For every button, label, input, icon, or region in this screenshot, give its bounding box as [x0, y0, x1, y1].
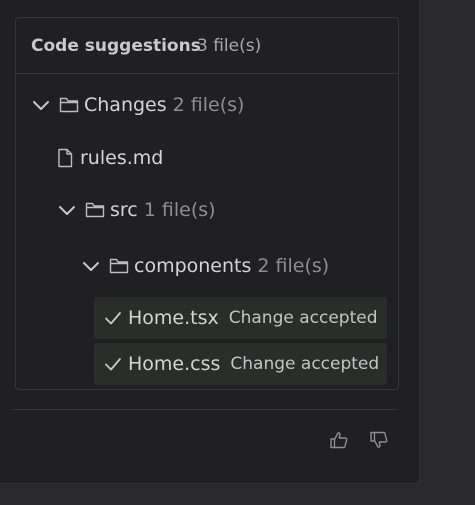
card-file-count: 3 file(s) [197, 36, 262, 56]
file-name: Home.css [128, 353, 221, 375]
file-icon [54, 147, 76, 169]
thumbs-down-icon [369, 430, 389, 454]
folder-name: components [134, 255, 252, 277]
tree-folder-changes[interactable]: Changes 2 file(s) [30, 90, 244, 120]
divider [13, 409, 397, 410]
file-name: rules.md [80, 147, 164, 169]
check-icon [102, 307, 124, 329]
folder-name: src [110, 199, 138, 221]
chevron-down-icon[interactable] [30, 94, 52, 116]
chevron-down-icon[interactable] [80, 255, 102, 277]
folder-file-count: 1 file(s) [143, 199, 216, 221]
folder-icon [58, 94, 80, 116]
thumbs-up-icon [329, 430, 349, 454]
tree-folder-src[interactable]: src 1 file(s) [56, 195, 216, 225]
card-title: Code suggestions [31, 36, 201, 56]
check-icon [102, 353, 124, 375]
folder-icon [84, 199, 106, 221]
folder-icon [108, 255, 130, 277]
change-status: Change accepted [228, 308, 378, 328]
thumbs-down-button[interactable] [367, 430, 391, 454]
accepted-file-row[interactable]: Home.tsx Change accepted [94, 297, 387, 339]
code-suggestions-panel: Code suggestions 3 file(s) Changes 2 fil… [0, 0, 420, 484]
accepted-file-row[interactable]: Home.css Change accepted [94, 343, 387, 385]
tree-file-rules[interactable]: rules.md [54, 143, 163, 173]
card-header: Code suggestions 3 file(s) [16, 18, 398, 74]
folder-file-count: 2 file(s) [172, 94, 245, 116]
thumbs-up-button[interactable] [327, 430, 351, 454]
tree-folder-components[interactable]: components 2 file(s) [80, 251, 329, 281]
folder-file-count: 2 file(s) [257, 255, 330, 277]
folder-name: Changes [84, 94, 167, 116]
change-status: Change accepted [230, 354, 380, 374]
chevron-down-icon[interactable] [56, 199, 78, 221]
file-name: Home.tsx [128, 307, 219, 329]
